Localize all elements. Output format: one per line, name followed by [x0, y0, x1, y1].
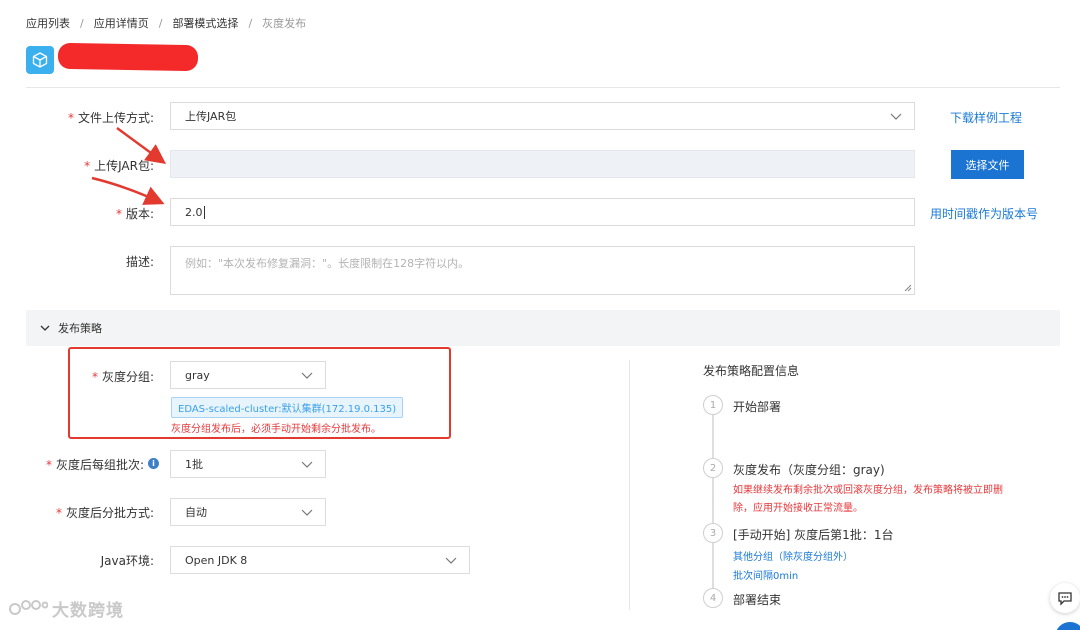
chat-button[interactable] [1050, 583, 1080, 613]
chevron-down-icon [445, 557, 457, 564]
chevron-down-icon [301, 509, 313, 516]
step-note: 如果继续发布剩余批次或回滚灰度分组，发布策略将被立即删 除，应用开始接收正常流量… [733, 482, 1033, 518]
step-title: 开始部署 [733, 400, 782, 414]
step-connector [712, 543, 714, 590]
chevron-down-icon [40, 325, 50, 331]
help-float-button[interactable] [1055, 622, 1080, 630]
chat-icon [1058, 592, 1072, 606]
version-input[interactable]: 2.0 [170, 198, 915, 226]
header-divider [26, 87, 1060, 88]
panel-divider [629, 360, 630, 610]
batch-mode-value: 自动 [185, 506, 207, 519]
description-placeholder: 例如："本次发布修复漏洞："。长度限制在128字符以内。 [185, 257, 470, 270]
step-sub: 其他分组（除灰度分组外） [733, 552, 853, 563]
upload-method-select[interactable]: 上传JAR包 [170, 102, 915, 130]
step-number: 2 [703, 458, 723, 478]
download-sample-link[interactable]: 下载样例工程 [950, 109, 1022, 126]
description-textarea[interactable]: 例如："本次发布修复漏洞："。长度限制在128字符以内。 [170, 246, 915, 295]
upload-method-value: 上传JAR包 [185, 110, 237, 123]
java-env-select[interactable]: Open JDK 8 [170, 546, 470, 574]
batches-value: 1批 [185, 458, 203, 471]
breadcrumb-separator: / [158, 16, 163, 30]
step-note-line: 如果继续发布剩余批次或回滚灰度分组，发布策略将被立即删 [733, 485, 1003, 496]
redacted-app-name [57, 42, 199, 72]
upload-jar-label: * 上传JAR包: [84, 159, 154, 173]
panel-title: 发布策略配置信息 [703, 364, 800, 378]
step-number: 1 [703, 395, 723, 415]
step-title: 灰度发布（灰度分组：gray) [733, 463, 885, 477]
info-icon[interactable]: i [148, 458, 159, 469]
step-number: 3 [703, 523, 723, 543]
chevron-down-icon [301, 461, 313, 468]
batches-select[interactable]: 1批 [170, 450, 326, 478]
step-title: [手动开始] 灰度后第1批：1台 [733, 528, 894, 542]
step-connector [712, 415, 714, 460]
batches-label: * 灰度后每组批次: [45, 458, 144, 472]
step-title: 部署结束 [733, 593, 782, 607]
step-note-line: 除，应用开始接收正常流量。 [733, 503, 863, 514]
java-env-label: Java环境: [100, 554, 154, 568]
strategy-section-header[interactable]: 发布策略 [26, 310, 1060, 346]
batch-mode-select[interactable]: 自动 [170, 498, 326, 526]
annotation-highlight-box [68, 347, 451, 439]
step-connector [712, 478, 714, 523]
breadcrumb-separator: / [248, 16, 253, 30]
chevron-down-icon [890, 113, 902, 120]
breadcrumb: 应用列表 / 应用详情页 / 部署模式选择 / 灰度发布 [26, 15, 306, 31]
choose-file-button[interactable]: 选择文件 [951, 150, 1024, 179]
strategy-section-title: 发布策略 [58, 322, 102, 335]
breadcrumb-current: 灰度发布 [262, 17, 307, 30]
cube-icon [26, 46, 54, 74]
resize-grip-icon[interactable] [904, 284, 912, 292]
upload-jar-field [170, 150, 915, 178]
watermark-text: 大数跨境 [52, 601, 124, 621]
use-timestamp-link[interactable]: 用时间戳作为版本号 [930, 205, 1038, 222]
watermark-logo-icon [9, 599, 48, 615]
step-number: 4 [703, 588, 723, 608]
upload-method-label: * 文件上传方式: [67, 111, 154, 125]
java-env-value: Open JDK 8 [185, 553, 248, 567]
watermark: 大数跨境 [8, 596, 124, 621]
annotation-arrow [91, 176, 165, 205]
version-value: 2.0 [185, 205, 203, 219]
step-sub: 批次间隔0min [733, 571, 799, 582]
batch-mode-label: * 灰度后分批方式: [55, 506, 154, 520]
breadcrumb-separator: / [80, 16, 84, 30]
breadcrumb-app-detail[interactable]: 应用详情页 [94, 15, 149, 31]
breadcrumb-deploy-mode[interactable]: 部署模式选择 [172, 15, 238, 31]
breadcrumb-app-list[interactable]: 应用列表 [26, 15, 70, 31]
version-label: * 版本: [115, 207, 154, 221]
description-label: 描述: [125, 255, 154, 269]
